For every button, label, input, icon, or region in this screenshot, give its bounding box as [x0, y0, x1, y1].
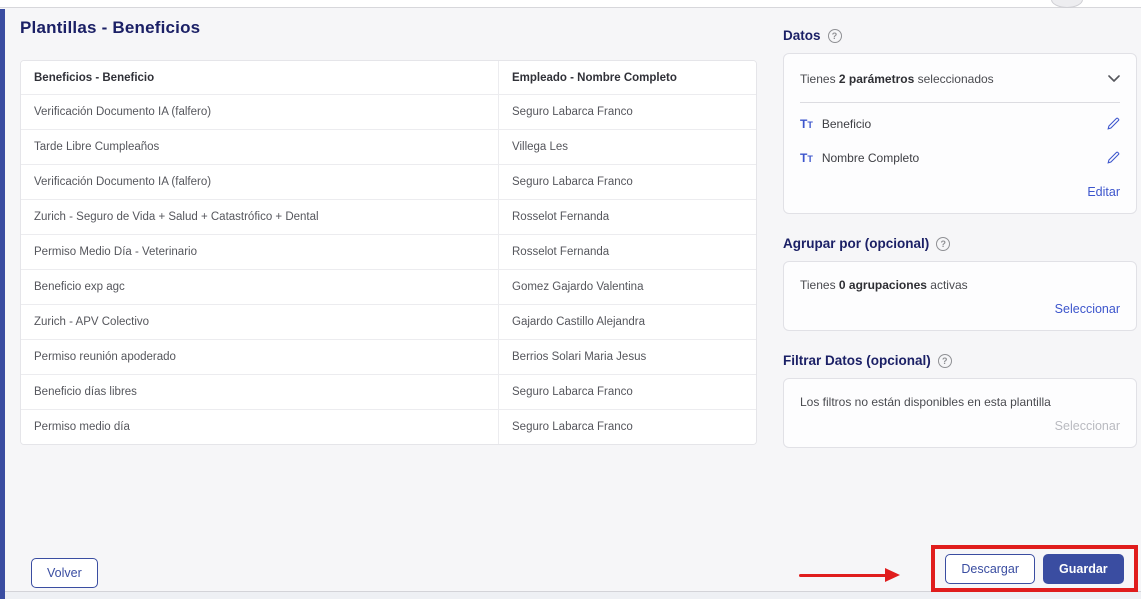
results-table: Beneficios - Beneficio Empleado - Nombre…	[20, 60, 757, 445]
datos-card-actions: Editar	[800, 175, 1120, 199]
help-icon[interactable]: ?	[938, 354, 952, 368]
agrupar-card: Tienes 0 agrupaciones activas Selecciona…	[783, 261, 1137, 331]
datos-card: Tienes 2 parámetros seleccionados TT Ben…	[783, 53, 1137, 214]
table-cell: Verificación Documento IA (falfero)	[21, 165, 499, 199]
table-cell: Tarde Libre Cumpleaños	[21, 130, 499, 164]
filtrar-card-actions: Seleccionar	[800, 409, 1120, 433]
divider	[800, 102, 1120, 103]
table-cell: Zurich - Seguro de Vida + Salud + Catast…	[21, 200, 499, 234]
editar-link[interactable]: Editar	[1087, 185, 1120, 199]
table-cell: Beneficio exp agc	[21, 270, 499, 304]
table-cell: Seguro Labarca Franco	[499, 165, 756, 199]
volver-button[interactable]: Volver	[31, 558, 98, 588]
text-type-icon: TT	[800, 118, 813, 130]
chevron-down-icon[interactable]	[1108, 75, 1120, 83]
table-cell: Seguro Labarca Franco	[499, 375, 756, 409]
annotation-arrow-head	[885, 568, 900, 582]
help-icon[interactable]: ?	[936, 237, 950, 251]
table-row: Beneficio días libresSeguro Labarca Fran…	[21, 375, 756, 410]
param-row-nombre-completo: TT Nombre Completo	[800, 141, 1120, 175]
agrupar-section-title: Agrupar por (opcional)	[783, 236, 929, 251]
seleccionar-agrupaciones-link[interactable]: Seleccionar	[1055, 302, 1120, 316]
left-accent-bar	[0, 9, 5, 599]
datos-section-header: Datos ?	[783, 28, 1137, 43]
param-row-beneficio: TT Beneficio	[800, 107, 1120, 141]
table-cell: Permiso Medio Día - Veterinario	[21, 235, 499, 269]
table-row: Beneficio exp agcGomez Gajardo Valentina	[21, 270, 756, 305]
table-cell: Gajardo Castillo Alejandra	[499, 305, 756, 339]
param-label: Beneficio	[822, 117, 871, 131]
table-cell: Permiso reunión apoderado	[21, 340, 499, 374]
edit-pencil-icon[interactable]	[1106, 151, 1120, 165]
table-row: Zurich - Seguro de Vida + Salud + Catast…	[21, 200, 756, 235]
table-row: Tarde Libre CumpleañosVillega Les	[21, 130, 756, 165]
annotation-highlight-box: Descargar Guardar	[931, 545, 1138, 592]
table-row: Verificación Documento IA (falfero)Segur…	[21, 95, 756, 130]
filtrar-info-text: Los filtros no están disponibles en esta…	[800, 393, 1120, 409]
table-cell: Rosselot Fernanda	[499, 235, 756, 269]
descargar-button[interactable]: Descargar	[945, 554, 1035, 584]
table-row: Zurich - APV ColectivoGajardo Castillo A…	[21, 305, 756, 340]
params-summary-row[interactable]: Tienes 2 parámetros seleccionados	[800, 68, 1120, 102]
agrupar-card-actions: Seleccionar	[800, 292, 1120, 316]
table-cell: Zurich - APV Colectivo	[21, 305, 499, 339]
table-row: Permiso reunión apoderadoBerrios Solari …	[21, 340, 756, 375]
table-row: Verificación Documento IA (falfero)Segur…	[21, 165, 756, 200]
agrupar-summary-text: Tienes 0 agrupaciones activas	[800, 276, 1120, 292]
bottom-border	[0, 591, 1141, 599]
table-cell: Beneficio días libres	[21, 375, 499, 409]
top-border	[0, 0, 1141, 8]
annotation-arrow	[799, 574, 887, 577]
table-cell: Seguro Labarca Franco	[499, 410, 756, 444]
guardar-button[interactable]: Guardar	[1043, 554, 1124, 584]
table-cell: Villega Les	[499, 130, 756, 164]
datos-section-title: Datos	[783, 28, 821, 43]
params-summary-text: Tienes 2 parámetros seleccionados	[800, 72, 994, 86]
table-header-row: Beneficios - Beneficio Empleado - Nombre…	[21, 61, 756, 95]
column-header-beneficio: Beneficios - Beneficio	[21, 61, 499, 94]
table-cell: Berrios Solari Maria Jesus	[499, 340, 756, 374]
table-cell: Permiso medio día	[21, 410, 499, 444]
table-cell: Verificación Documento IA (falfero)	[21, 95, 499, 129]
table-cell: Gomez Gajardo Valentina	[499, 270, 756, 304]
edit-pencil-icon[interactable]	[1106, 117, 1120, 131]
agrupar-section-header: Agrupar por (opcional) ?	[783, 236, 1137, 251]
config-panel: Datos ? Tienes 2 parámetros seleccionado…	[783, 28, 1137, 470]
help-icon[interactable]: ?	[828, 29, 842, 43]
table-cell: Seguro Labarca Franco	[499, 95, 756, 129]
table-cell: Rosselot Fernanda	[499, 200, 756, 234]
table-row: Permiso Medio Día - VeterinarioRosselot …	[21, 235, 756, 270]
filtrar-section-header: Filtrar Datos (opcional) ?	[783, 353, 1137, 368]
text-type-icon: TT	[800, 152, 813, 164]
page-title: Plantillas - Beneficios	[20, 18, 200, 38]
column-header-nombre-completo: Empleado - Nombre Completo	[499, 61, 756, 94]
table-row: Permiso medio díaSeguro Labarca Franco	[21, 410, 756, 444]
filtrar-section-title: Filtrar Datos (opcional)	[783, 353, 931, 368]
param-label: Nombre Completo	[822, 151, 919, 165]
seleccionar-filtros-link-disabled: Seleccionar	[1055, 419, 1120, 433]
filtrar-card: Los filtros no están disponibles en esta…	[783, 378, 1137, 448]
table-body: Verificación Documento IA (falfero)Segur…	[21, 95, 756, 444]
